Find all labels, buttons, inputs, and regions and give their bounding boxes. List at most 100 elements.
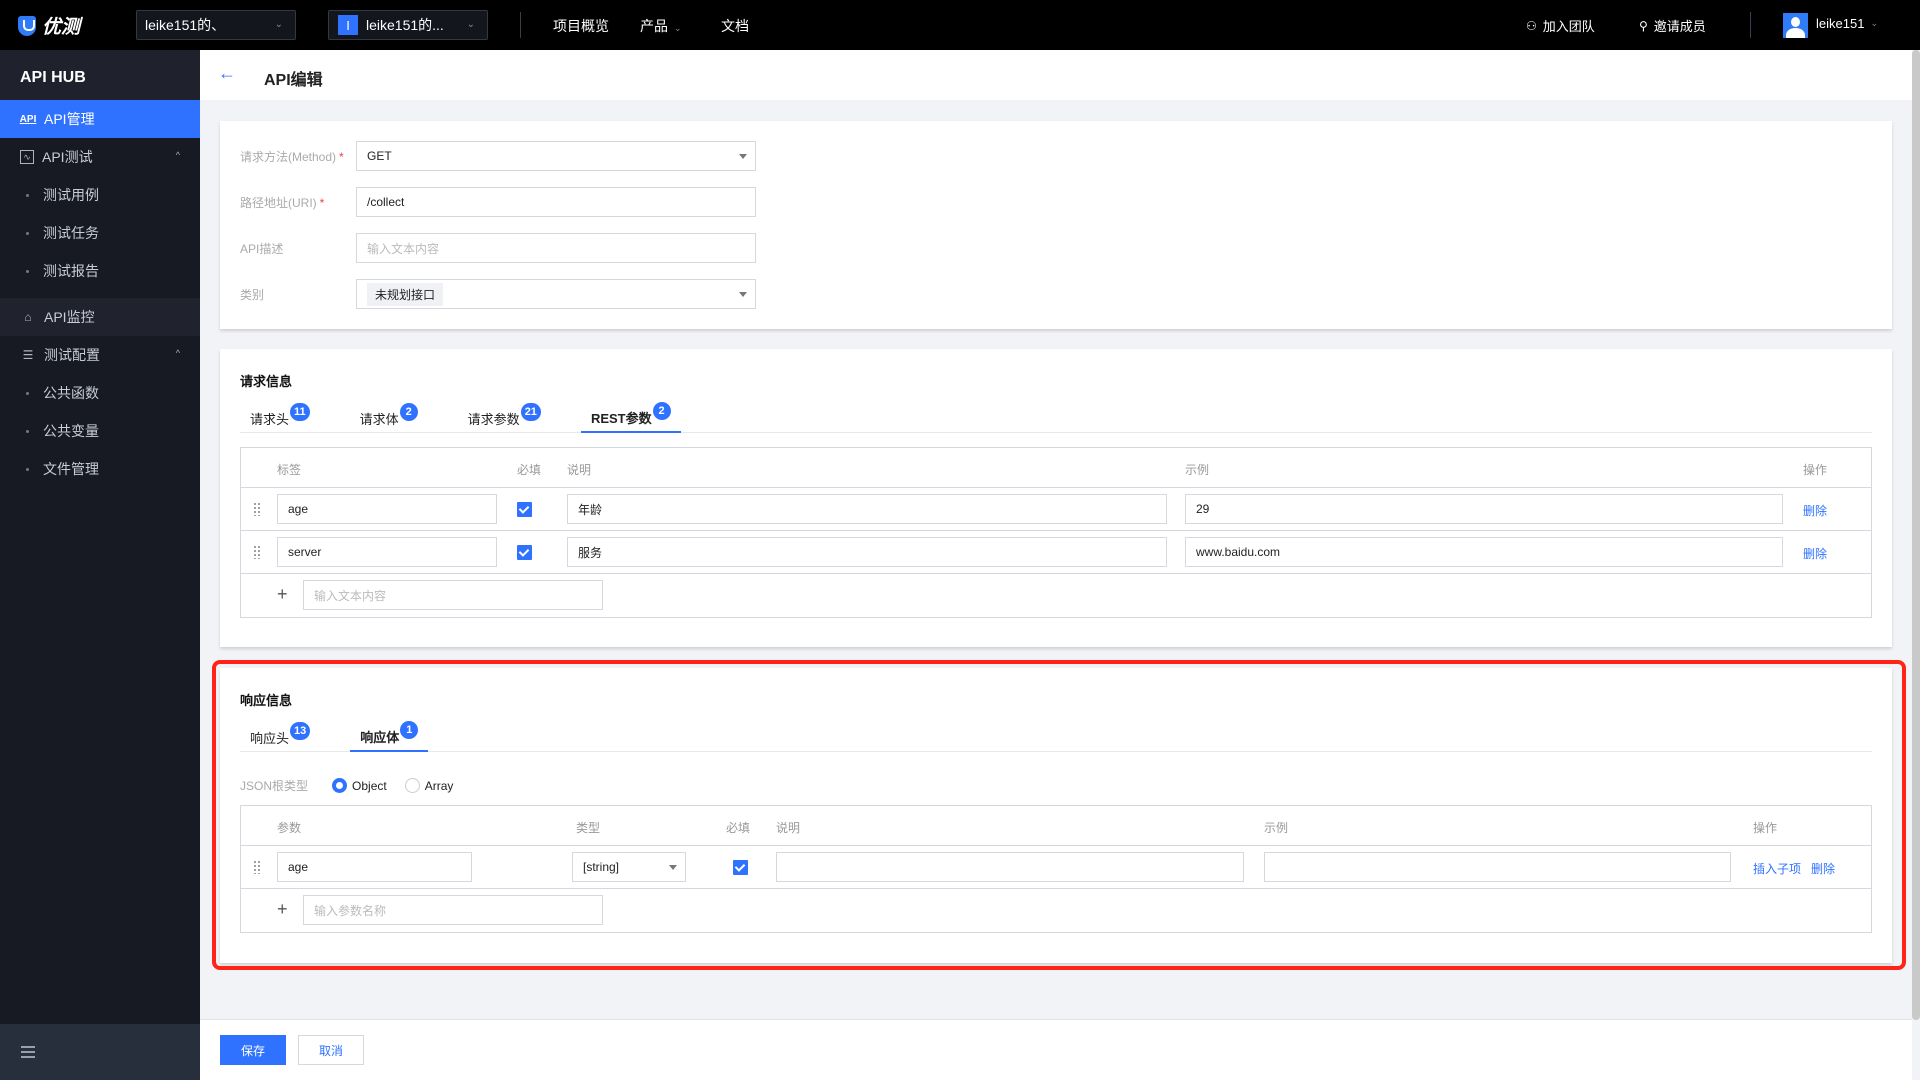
column-header: 示例	[1264, 821, 1289, 835]
page-scrollbar[interactable]	[1912, 50, 1920, 1020]
count-badge: 21	[520, 403, 541, 421]
param-name-input[interactable]: server	[277, 537, 497, 567]
sidebar-item-label: 文件管理	[43, 461, 99, 477]
sidebar-item-file-management[interactable]: 文件管理	[0, 450, 200, 488]
nav-products[interactable]: 产品 ⌄	[640, 16, 682, 36]
column-header: 必填	[726, 821, 751, 835]
param-type-value: [string]	[583, 860, 620, 874]
plus-icon[interactable]: +	[277, 899, 288, 920]
drag-handle-icon[interactable]	[253, 502, 261, 516]
sidebar-item-label: API测试	[42, 149, 93, 165]
param-desc-input[interactable]: 年龄	[567, 494, 1167, 524]
tab-rest-params[interactable]: REST参数 2	[580, 402, 681, 433]
collapse-sidebar-icon[interactable]	[21, 1046, 35, 1058]
brand-logo[interactable]: 优测	[18, 12, 80, 39]
nav-docs[interactable]: 文档	[721, 16, 749, 36]
param-desc-input[interactable]	[776, 852, 1244, 882]
required-checkbox[interactable]	[517, 545, 532, 560]
user-menu[interactable]: leike151 ⌄	[1816, 16, 1878, 31]
request-section-title: 请求信息	[240, 374, 293, 389]
sidebar-item-public-functions[interactable]: 公共函数	[0, 374, 200, 412]
description-label: API描述	[240, 241, 284, 256]
insert-child-link[interactable]: 插入子项	[1753, 860, 1801, 877]
page-header: ← API编辑	[200, 50, 1912, 100]
tab-request-headers[interactable]: 请求头 11	[240, 403, 320, 433]
param-example-input[interactable]: 29	[1185, 494, 1783, 524]
chevron-down-icon: ⌄	[674, 23, 682, 33]
uri-row: 路径地址(URI) * /collect	[240, 187, 756, 217]
add-user-icon: ⚲	[1639, 18, 1648, 33]
new-param-input[interactable]: 输入文本内容	[303, 580, 603, 610]
caret-down-icon	[739, 154, 747, 159]
tab-request-body[interactable]: 请求体 2	[350, 403, 428, 433]
param-name-input[interactable]: age	[277, 494, 497, 524]
radio-object[interactable]: Object	[332, 778, 387, 793]
count-badge: 11	[290, 403, 310, 421]
table-row: age 年龄 29 删除	[241, 488, 1871, 531]
footer-actions: 保存 取消	[200, 1019, 1912, 1080]
save-button[interactable]: 保存	[220, 1035, 286, 1065]
delete-link[interactable]: 删除	[1803, 545, 1827, 562]
required-checkbox[interactable]	[517, 502, 532, 517]
invite-member-label: 邀请成员	[1653, 19, 1706, 34]
delete-link[interactable]: 删除	[1803, 502, 1827, 519]
plus-icon[interactable]: +	[277, 584, 288, 605]
org-select-value: leike151的、	[145, 17, 226, 33]
bullet	[26, 467, 29, 471]
sidebar-item-test-reports[interactable]: 测试报告	[0, 252, 200, 290]
join-team-button[interactable]: ⚇ 加入团队	[1526, 16, 1595, 35]
param-example-input[interactable]: www.baidu.com	[1185, 537, 1783, 567]
sidebar-item-public-variables[interactable]: 公共变量	[0, 412, 200, 450]
back-arrow-icon[interactable]: ←	[218, 63, 236, 84]
sidebar-item-label: 测试报告	[43, 263, 99, 279]
shield-logo-icon	[18, 15, 36, 36]
org-select[interactable]: leike151的、 ⌄	[136, 10, 296, 40]
column-header: 说明	[776, 821, 801, 835]
required-checkbox[interactable]	[733, 860, 748, 875]
delete-link[interactable]: 删除	[1811, 860, 1835, 877]
sidebar-footer	[0, 1024, 200, 1080]
sidebar-item-api-testing[interactable]: ∿ API测试 ^	[0, 138, 200, 176]
sidebar-item-test-cases[interactable]: 测试用例	[0, 176, 200, 214]
column-header: 类型	[576, 821, 601, 835]
sidebar: API HUB API API管理 ∿ API测试 ^ 测试用例 测试任务 测试…	[0, 50, 200, 1080]
category-select[interactable]: 未规划接口	[356, 279, 756, 309]
new-param-input[interactable]: 输入参数名称	[303, 895, 603, 925]
tab-response-headers[interactable]: 响应头 13	[240, 722, 320, 752]
description-row: API描述 输入文本内容	[240, 233, 756, 263]
drag-handle-icon[interactable]	[253, 545, 261, 559]
radio-array[interactable]: Array	[404, 778, 453, 793]
category-tag: 未规划接口	[367, 282, 444, 306]
param-type-select[interactable]: [string]	[572, 852, 686, 882]
param-desc-input[interactable]: 服务	[567, 537, 1167, 567]
sidebar-item-test-tasks[interactable]: 测试任务	[0, 214, 200, 252]
description-input[interactable]: 输入文本内容	[356, 233, 756, 263]
nav-project-overview[interactable]: 项目概览	[553, 16, 609, 36]
param-example-input[interactable]	[1264, 852, 1731, 882]
drag-handle-icon[interactable]	[253, 860, 261, 874]
category-label: 类别	[240, 287, 265, 302]
project-select[interactable]: I leike151的... ⌄	[328, 10, 488, 40]
category-row: 类别 未规划接口	[240, 279, 756, 309]
user-avatar[interactable]	[1783, 13, 1808, 38]
param-name-input[interactable]: age	[277, 852, 472, 882]
column-header: 操作	[1803, 463, 1828, 477]
sliders-icon: ☰	[22, 348, 34, 362]
request-tabs: 请求头 11 请求体 2 请求参数 21 REST参数 2	[240, 402, 1872, 433]
join-team-label: 加入团队	[1542, 19, 1595, 34]
chevron-down-icon: ⌄	[274, 19, 283, 30]
column-header: 必填	[517, 463, 542, 477]
method-select[interactable]: GET	[356, 141, 756, 171]
tab-response-body[interactable]: 响应体 1	[350, 721, 429, 752]
chart-icon: ∿	[20, 150, 34, 164]
count-badge: 2	[399, 403, 418, 421]
chevron-up-icon: ^	[175, 150, 180, 160]
sidebar-item-api-monitoring[interactable]: ⌂ API监控	[0, 298, 200, 336]
invite-member-button[interactable]: ⚲ 邀请成员	[1639, 16, 1706, 35]
uri-input[interactable]: /collect	[356, 187, 756, 217]
top-bar: 优测 leike151的、 ⌄ I leike151的... ⌄ 项目概览 产品…	[0, 0, 1920, 50]
tab-request-params[interactable]: 请求参数 21	[458, 403, 551, 433]
sidebar-item-test-config[interactable]: ☰ 测试配置 ^	[0, 336, 200, 374]
sidebar-item-api-management[interactable]: API API管理	[0, 100, 200, 138]
cancel-button[interactable]: 取消	[298, 1035, 364, 1065]
